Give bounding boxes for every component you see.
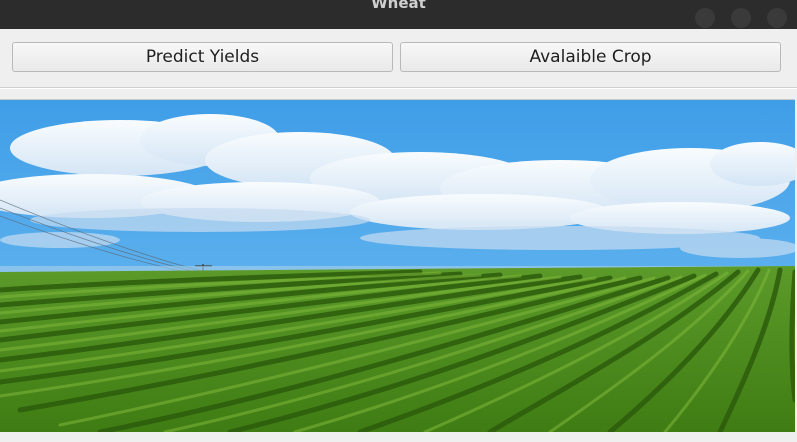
main-content: Predict Yields Avalaible Crop [0, 29, 797, 442]
close-button[interactable] [767, 8, 787, 28]
window-title: Wheat [371, 0, 426, 12]
predict-yields-button[interactable]: Predict Yields [12, 42, 393, 72]
minimize-button[interactable] [695, 8, 715, 28]
divider [0, 87, 797, 89]
available-crop-button[interactable]: Avalaible Crop [400, 42, 781, 72]
status-area [0, 432, 797, 442]
app-window: Wheat Predict Yields Avalaible Crop [0, 0, 797, 442]
title-bar[interactable]: Wheat [0, 0, 797, 29]
field-image [0, 99, 795, 432]
maximize-button[interactable] [731, 8, 751, 28]
